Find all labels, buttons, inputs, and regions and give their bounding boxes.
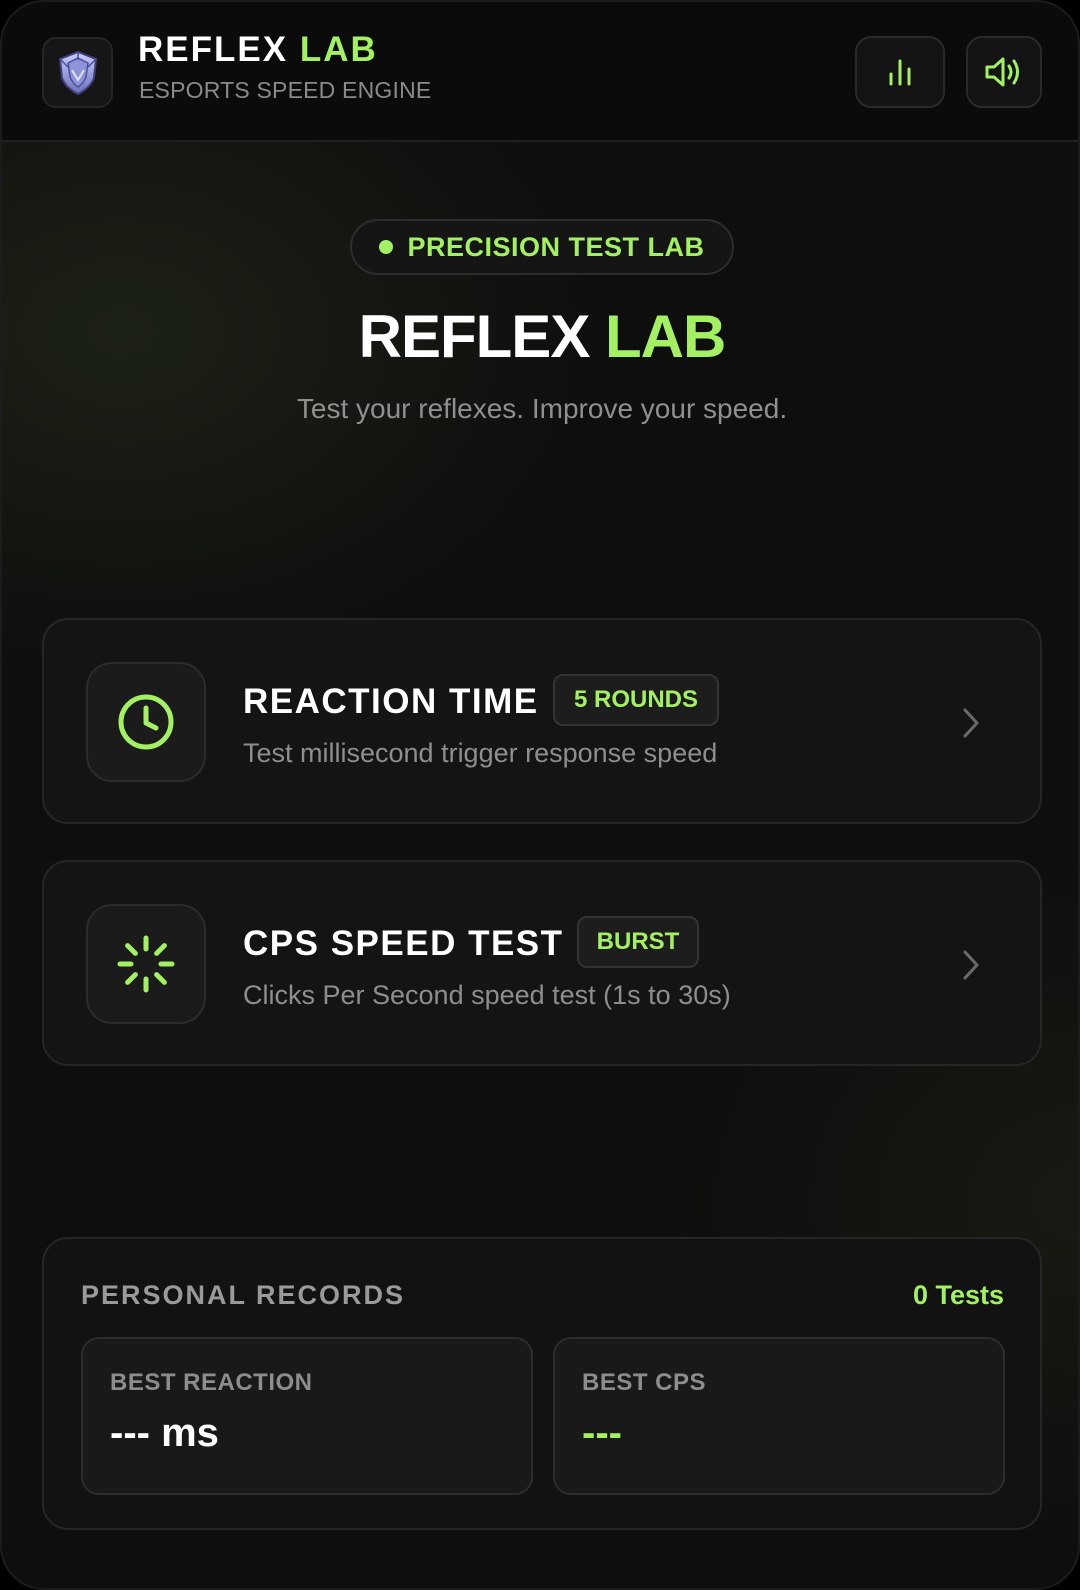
best-cps-value: ---: [582, 1411, 622, 1455]
burst-badge: BURST: [577, 916, 699, 968]
shield-crest-icon: [58, 50, 97, 95]
stats-button[interactable]: [855, 36, 945, 108]
card-title: REACTION TIME: [243, 682, 539, 721]
brand-subtitle: ESPORTS SPEED ENGINE: [139, 77, 432, 103]
card-description: Test millisecond trigger response speed: [243, 738, 718, 768]
app-logo: [42, 37, 113, 108]
cps-speed-test-card[interactable]: CPS SPEED TEST BURST Clicks Per Second s…: [42, 860, 1042, 1066]
records-heading: PERSONAL RECORDS: [81, 1280, 406, 1310]
status-dot: [379, 240, 394, 254]
best-reaction-label: BEST REACTION: [110, 1369, 313, 1396]
cps-icon-box: [86, 904, 206, 1024]
tests-count: 0 Tests: [912, 1280, 1004, 1310]
brand-title-accent: LAB: [299, 30, 378, 69]
sound-toggle-button[interactable]: [966, 36, 1042, 108]
reaction-time-card[interactable]: REACTION TIME 5 ROUNDS Test millisecond …: [42, 618, 1042, 824]
clock-icon: [118, 694, 174, 750]
app-root: REFLEX LAB ESPORTS SPEED ENGINE PRECISIO…: [0, 0, 1080, 1590]
speaker-volume-icon: [985, 57, 1019, 87]
precision-lab-pill: PRECISION TEST LAB: [350, 219, 734, 275]
best-reaction-stat: BEST REACTION --- ms: [81, 1337, 533, 1495]
brand-title-main: REFLEX: [138, 30, 289, 69]
loader-burst-icon: [117, 935, 175, 993]
card-description: Clicks Per Second speed test (1s to 30s): [243, 980, 731, 1010]
reaction-icon-box: [86, 662, 206, 782]
best-cps-label: BEST CPS: [582, 1369, 707, 1396]
hero-subtitle: Test your reflexes. Improve your speed.: [296, 393, 788, 424]
hero-title-accent: LAB: [605, 303, 726, 370]
card-title: CPS SPEED TEST: [243, 924, 564, 963]
hero-title-main: REFLEX: [358, 303, 591, 370]
best-reaction-value: --- ms: [110, 1411, 219, 1455]
chevron-right-icon: [954, 704, 988, 742]
brand-title: REFLEX LAB: [138, 30, 378, 70]
pill-label: PRECISION TEST LAB: [407, 231, 705, 262]
bar-chart-icon: [889, 59, 911, 86]
rounds-badge: 5 ROUNDS: [553, 674, 719, 726]
best-cps-stat: BEST CPS ---: [553, 1337, 1005, 1495]
hero-title: REFLEX LAB: [2, 302, 1078, 371]
personal-records-panel: PERSONAL RECORDS 0 Tests BEST REACTION -…: [42, 1237, 1042, 1530]
chevron-right-icon: [954, 946, 988, 984]
top-header: REFLEX LAB ESPORTS SPEED ENGINE: [2, 2, 1078, 142]
